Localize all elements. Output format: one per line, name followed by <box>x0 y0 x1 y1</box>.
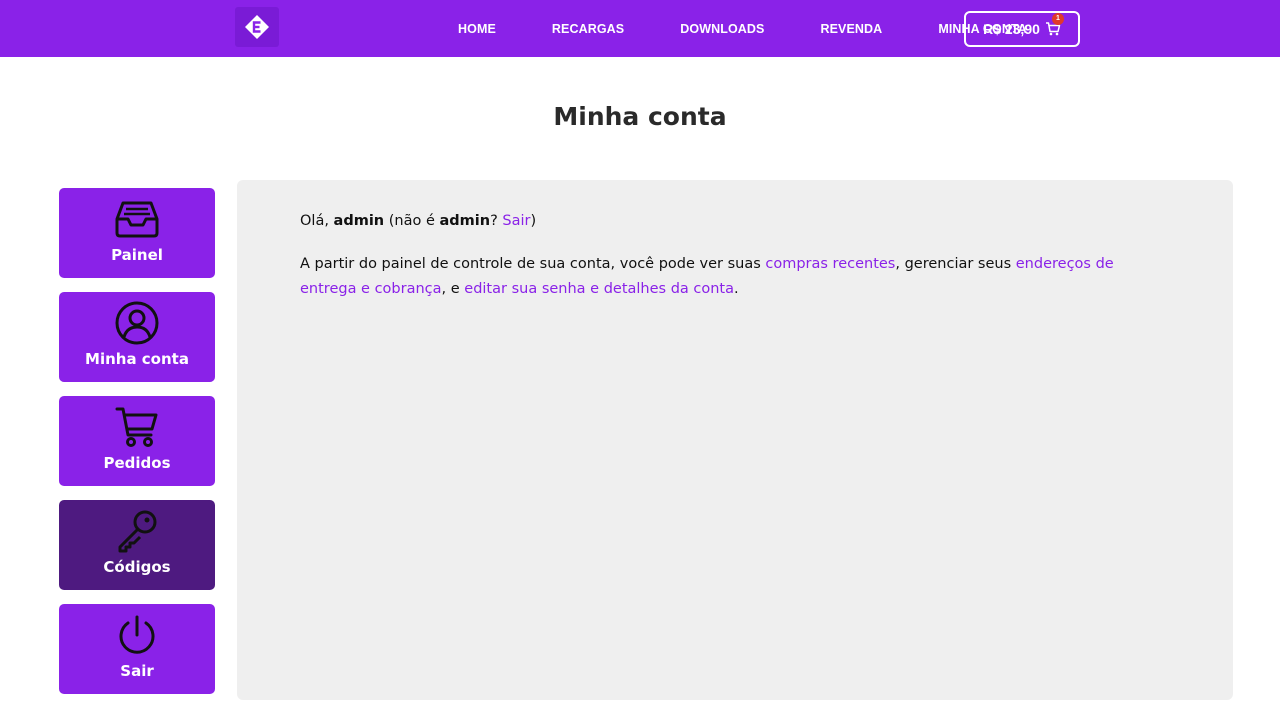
sidebar-item-sair[interactable]: Sair <box>59 604 215 694</box>
recent-orders-link[interactable]: compras recentes <box>765 256 895 272</box>
greeting-hello: Olá, <box>300 213 329 229</box>
greeting-question-mark: ? <box>490 213 498 229</box>
sidebar-item-pedidos[interactable]: Pedidos <box>59 396 215 486</box>
greeting-username: admin <box>333 213 385 229</box>
greeting-username-2: admin <box>439 213 491 229</box>
description-text: . <box>734 281 739 297</box>
cart-button[interactable]: R$ 23,90 1 <box>964 11 1080 47</box>
sidebar-item-painel[interactable]: Painel <box>59 188 215 278</box>
cart-icon: 1 <box>1045 13 1064 37</box>
sidebar-item-minha-conta[interactable]: Minha conta <box>59 292 215 382</box>
logout-link[interactable]: Sair <box>502 213 530 229</box>
sidebar-item-label: Minha conta <box>85 350 189 368</box>
cart-icon <box>115 406 159 448</box>
sidebar-item-codigos[interactable]: Códigos <box>59 500 215 590</box>
nav-home[interactable]: HOME <box>440 22 496 36</box>
top-navbar: HOME RECARGAS DOWNLOADS REVENDA MINHA CO… <box>0 0 1280 57</box>
cart-count-badge: 1 <box>1051 13 1064 25</box>
nav-revenda[interactable]: REVENDA <box>802 22 882 36</box>
greeting-close-paren: ) <box>530 213 537 229</box>
power-icon <box>116 614 158 656</box>
description-text: , e <box>441 281 460 297</box>
dashboard-description: A partir do painel de controle de sua co… <box>300 252 1140 302</box>
greeting-text: Olá, admin (não é admin? Sair) <box>300 213 1160 229</box>
cart-total: R$ 23,90 <box>983 21 1040 37</box>
key-icon <box>114 510 160 553</box>
account-dashboard-panel: Olá, admin (não é admin? Sair) A partir … <box>237 180 1233 700</box>
site-logo[interactable] <box>235 7 279 47</box>
user-circle-icon <box>115 301 159 345</box>
description-text: A partir do painel de controle de sua co… <box>300 256 761 272</box>
nav-downloads[interactable]: DOWNLOADS <box>662 22 764 36</box>
logo-mark-icon <box>245 15 269 39</box>
account-details-link[interactable]: editar sua senha e detalhes da conta <box>464 281 734 297</box>
sidebar-item-label: Códigos <box>103 558 171 576</box>
greeting-not-prefix: (não é <box>388 213 435 229</box>
nav-recargas[interactable]: RECARGAS <box>534 22 624 36</box>
sidebar-item-label: Painel <box>111 246 163 264</box>
page-title: Minha conta <box>553 102 727 131</box>
sidebar-item-label: Pedidos <box>103 454 171 472</box>
description-text: , gerenciar seus <box>895 256 1012 272</box>
inbox-tray-icon <box>114 198 160 240</box>
sidebar-item-label: Sair <box>120 662 154 680</box>
